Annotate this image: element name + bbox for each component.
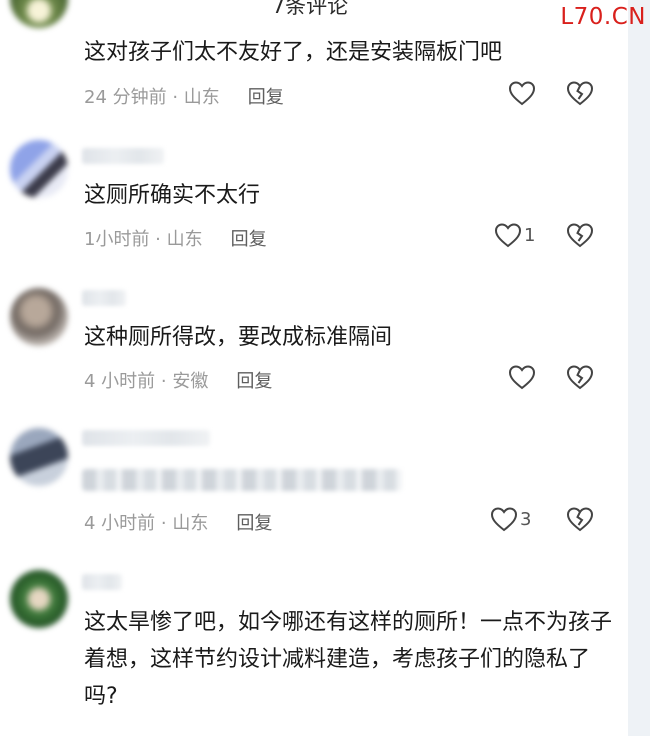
heart-outline-icon: [508, 364, 536, 390]
like-count: 3: [520, 508, 532, 530]
like-button[interactable]: 1: [494, 222, 535, 248]
side-strip: [628, 0, 650, 736]
username[interactable]: [82, 430, 210, 446]
comment-text: 这厕所确实不太行: [84, 183, 261, 208]
broken-heart-icon: [566, 222, 594, 248]
avatar[interactable]: [10, 428, 68, 486]
username[interactable]: [82, 148, 164, 164]
avatar[interactable]: [10, 140, 68, 198]
heart-outline-icon: [494, 222, 522, 248]
avatar[interactable]: [10, 0, 68, 28]
reply-button[interactable]: 回复: [236, 371, 272, 392]
reply-button[interactable]: 回复: [248, 87, 284, 108]
reply-button[interactable]: 回复: [236, 513, 272, 534]
comment-text: 这太旱惨了吧，如今哪还有这样的厕所！一点不为孩子着想，这样节约设计减料建造，考虑…: [84, 610, 613, 709]
reply-button[interactable]: 回复: [231, 229, 267, 250]
watermark: L70.CN: [560, 4, 646, 30]
username[interactable]: [82, 574, 122, 590]
avatar[interactable]: [10, 288, 68, 346]
heart-outline-icon: [508, 80, 536, 106]
comment-meta: 1小时前 · 山东 回复: [84, 225, 267, 251]
comment-meta: 24 分钟前 · 山东 回复: [84, 83, 284, 109]
comment-count-title: 7条评论: [271, 0, 349, 18]
like-button[interactable]: [508, 80, 538, 106]
username[interactable]: [82, 290, 126, 306]
comment-time-location: 4 小时前 · 山东: [84, 513, 209, 534]
heart-outline-icon: [490, 506, 518, 532]
comment-text: 这种厕所得改，要改成标准隔间: [84, 325, 393, 350]
like-count: 1: [524, 224, 536, 246]
blurred-comment-text: [82, 469, 402, 491]
dislike-button[interactable]: [566, 364, 594, 390]
broken-heart-icon: [566, 364, 594, 390]
dislike-button[interactable]: [566, 222, 594, 248]
dislike-button[interactable]: [566, 506, 594, 532]
like-button[interactable]: 3: [490, 506, 531, 532]
dislike-button[interactable]: [566, 80, 594, 106]
comment-meta: 4 小时前 · 山东 回复: [84, 509, 272, 535]
comment-time-location: 24 分钟前 · 山东: [84, 87, 220, 108]
broken-heart-icon: [566, 506, 594, 532]
comment-time-location: 4 小时前 · 安徽: [84, 371, 209, 392]
comment-text: 这对孩子们太不友好了，还是安装隔板门吧: [84, 40, 503, 65]
broken-heart-icon: [566, 80, 594, 106]
avatar[interactable]: [10, 570, 68, 628]
like-button[interactable]: [508, 364, 538, 390]
comment-meta: 4 小时前 · 安徽 回复: [84, 367, 272, 393]
comment-time-location: 1小时前 · 山东: [84, 229, 203, 250]
